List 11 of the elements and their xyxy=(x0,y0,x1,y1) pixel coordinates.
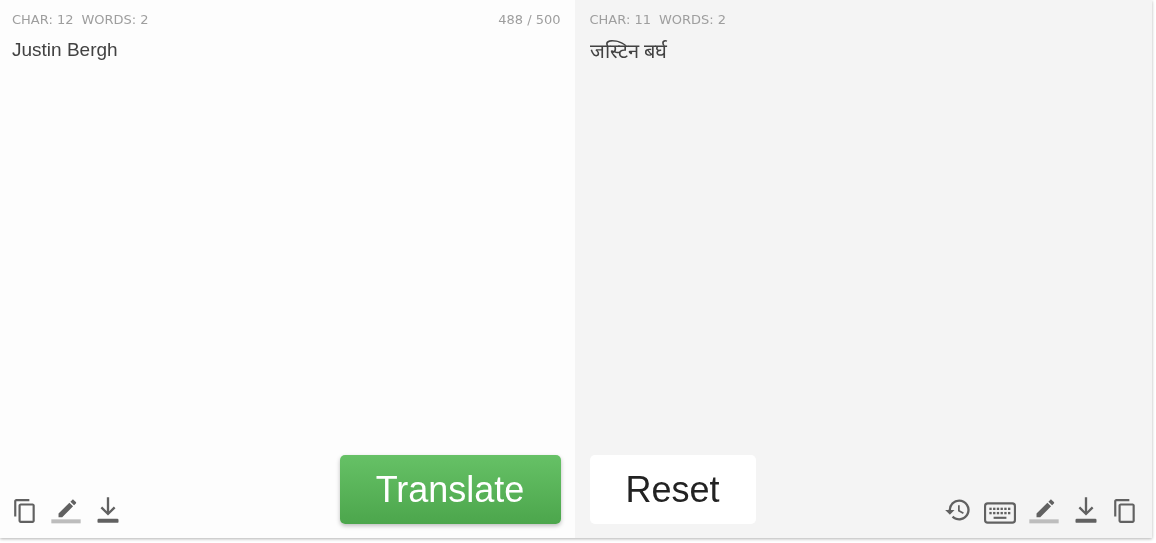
character-limit: 488 / 500 xyxy=(498,12,561,27)
reset-button[interactable]: Reset xyxy=(589,455,756,524)
word-count: WORDS: 2 xyxy=(658,12,727,27)
word-count: WORDS: 2 xyxy=(81,12,149,27)
copy-icon[interactable] xyxy=(12,498,38,524)
input-field[interactable]: Justin Bergh xyxy=(12,39,561,455)
char-count: CHAR: 11 xyxy=(589,12,651,27)
keyboard-icon[interactable] xyxy=(984,502,1016,524)
copy-icon[interactable] xyxy=(1112,498,1138,524)
char-count: CHAR: 12 xyxy=(12,12,74,27)
translated-text: जस्टिन बर्घ xyxy=(589,39,669,64)
